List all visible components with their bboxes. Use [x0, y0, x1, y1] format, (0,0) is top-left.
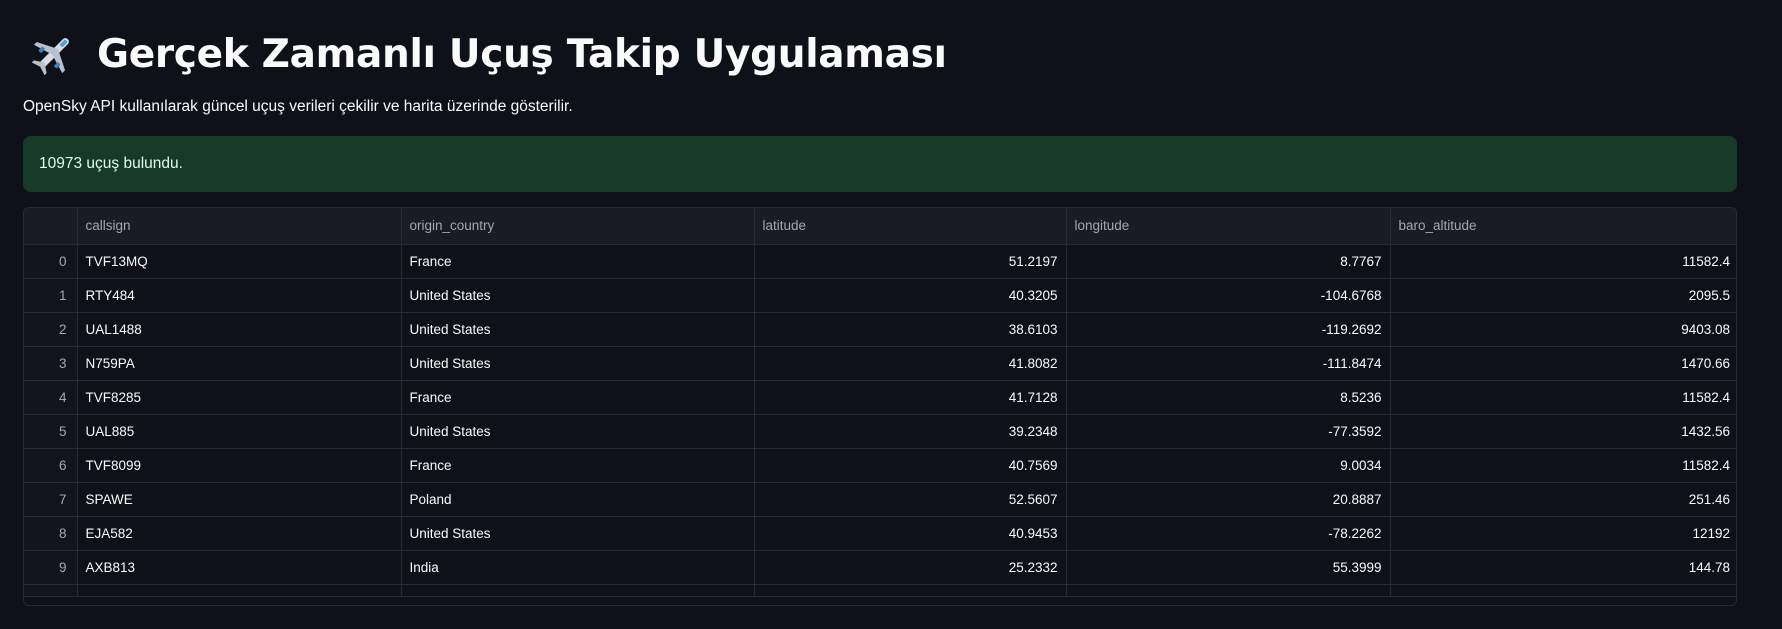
table-row[interactable]: 0 TVF13MQ France 51.2197 8.7767 11582.4: [24, 244, 1736, 279]
baro-altitude-cell[interactable]: 2095.5: [1390, 278, 1736, 313]
empty-cell: [1066, 584, 1391, 597]
longitude-cell[interactable]: 9.0034: [1066, 448, 1391, 483]
row-index[interactable]: 2: [24, 312, 78, 347]
baro-altitude-cell[interactable]: 12192: [1390, 516, 1736, 551]
table-row[interactable]: 6 TVF8099 France 40.7569 9.0034 11582.4: [24, 448, 1736, 483]
table-row[interactable]: 5 UAL885 United States 39.2348 -77.3592 1432.…: [24, 414, 1736, 449]
origin-country-cell[interactable]: United States: [401, 346, 755, 381]
longitude-cell[interactable]: -111.8474: [1066, 346, 1391, 381]
longitude-cell[interactable]: -119.2692: [1066, 312, 1391, 347]
callsign-cell[interactable]: AXB813: [77, 550, 402, 585]
latitude-cell[interactable]: 41.7128: [754, 380, 1067, 415]
row-index[interactable]: 5: [24, 414, 78, 449]
longitude-cell[interactable]: -77.3592: [1066, 414, 1391, 449]
empty-cell: [754, 584, 1067, 597]
origin-country-cell[interactable]: United States: [401, 278, 755, 313]
row-index[interactable]: 1: [24, 278, 78, 313]
baro-altitude-cell[interactable]: 11582.4: [1390, 448, 1736, 483]
column-header-latitude[interactable]: latitude: [754, 208, 1067, 245]
empty-cell: [1390, 584, 1736, 597]
row-index[interactable]: 8: [24, 516, 78, 551]
column-header-index[interactable]: [24, 208, 78, 245]
table-row[interactable]: 8 EJA582 United States 40.9453 -78.2262 12192: [24, 516, 1736, 551]
table-row[interactable]: 2 UAL1488 United States 38.6103 -119.2692 940…: [24, 312, 1736, 347]
callsign-cell[interactable]: SPAWE: [77, 482, 402, 517]
column-header-longitude[interactable]: longitude: [1066, 208, 1391, 245]
baro-altitude-cell[interactable]: 251.46: [1390, 482, 1736, 517]
origin-country-cell[interactable]: United States: [401, 516, 755, 551]
longitude-cell[interactable]: 8.5236: [1066, 380, 1391, 415]
callsign-cell[interactable]: UAL1488: [77, 312, 402, 347]
row-index[interactable]: 3: [24, 346, 78, 381]
column-header-origin-country[interactable]: origin_country: [401, 208, 755, 245]
callsign-cell[interactable]: N759PA: [77, 346, 402, 381]
latitude-cell[interactable]: 39.2348: [754, 414, 1067, 449]
empty-cell: [77, 584, 402, 597]
column-header-callsign[interactable]: callsign: [77, 208, 402, 245]
table-header-row: callsign origin_country latitude longitu…: [24, 208, 1736, 245]
longitude-cell[interactable]: 8.7767: [1066, 244, 1391, 279]
table-row[interactable]: 7 SPAWE Poland 52.5607 20.8887 251.46: [24, 482, 1736, 517]
baro-altitude-cell[interactable]: 1432.56: [1390, 414, 1736, 449]
flights-dataframe[interactable]: callsign origin_country latitude longitu…: [23, 207, 1737, 606]
empty-cell: [401, 584, 755, 597]
longitude-cell[interactable]: 55.3999: [1066, 550, 1391, 585]
callsign-cell[interactable]: TVF8099: [77, 448, 402, 483]
origin-country-cell[interactable]: India: [401, 550, 755, 585]
baro-altitude-cell[interactable]: 1470.66: [1390, 346, 1736, 381]
callsign-cell[interactable]: RTY484: [77, 278, 402, 313]
column-header-baro-altitude[interactable]: baro_altitude: [1390, 208, 1736, 245]
table-row[interactable]: 4 TVF8285 France 41.7128 8.5236 11582.4: [24, 380, 1736, 415]
origin-country-cell[interactable]: United States: [401, 312, 755, 347]
page-header: Gerçek Zamanlı Uçuş Takip Uygulaması: [29, 26, 947, 82]
baro-altitude-cell[interactable]: 144.78: [1390, 550, 1736, 585]
latitude-cell[interactable]: 40.9453: [754, 516, 1067, 551]
row-index[interactable]: 4: [24, 380, 78, 415]
baro-altitude-cell[interactable]: 11582.4: [1390, 380, 1736, 415]
longitude-cell[interactable]: -104.6768: [1066, 278, 1391, 313]
latitude-cell[interactable]: 52.5607: [754, 482, 1067, 517]
origin-country-cell[interactable]: France: [401, 244, 755, 279]
latitude-cell[interactable]: 25.2332: [754, 550, 1067, 585]
callsign-cell[interactable]: UAL885: [77, 414, 402, 449]
empty-cell: [24, 584, 78, 597]
table-row[interactable]: 9 AXB813 India 25.2332 55.3999 144.78: [24, 550, 1736, 585]
longitude-cell[interactable]: -78.2262: [1066, 516, 1391, 551]
latitude-cell[interactable]: 38.6103: [754, 312, 1067, 347]
page-description: OpenSky API kullanılarak güncel uçuş ver…: [23, 98, 573, 115]
latitude-cell[interactable]: 40.3205: [754, 278, 1067, 313]
longitude-cell[interactable]: 20.8887: [1066, 482, 1391, 517]
callsign-cell[interactable]: TVF13MQ: [77, 244, 402, 279]
origin-country-cell[interactable]: Poland: [401, 482, 755, 517]
latitude-cell[interactable]: 51.2197: [754, 244, 1067, 279]
airplane-icon: [31, 38, 69, 76]
origin-country-cell[interactable]: United States: [401, 414, 755, 449]
row-index[interactable]: 0: [24, 244, 78, 279]
baro-altitude-cell[interactable]: 9403.08: [1390, 312, 1736, 347]
row-index[interactable]: 6: [24, 448, 78, 483]
page-title: Gerçek Zamanlı Uçuş Takip Uygulaması: [97, 31, 947, 77]
latitude-cell[interactable]: 40.7569: [754, 448, 1067, 483]
origin-country-cell[interactable]: France: [401, 448, 755, 483]
baro-altitude-cell[interactable]: 11582.4: [1390, 244, 1736, 279]
success-alert-text: 10973 uçuş bulundu.: [39, 155, 183, 172]
row-index[interactable]: 7: [24, 482, 78, 517]
origin-country-cell[interactable]: France: [401, 380, 755, 415]
row-index[interactable]: 9: [24, 550, 78, 585]
flights-table: callsign origin_country latitude longitu…: [24, 208, 1736, 597]
table-body: 0 TVF13MQ France 51.2197 8.7767 11582.4 1 RTY48…: [24, 244, 1736, 597]
table-row-partial: [24, 584, 1736, 597]
callsign-cell[interactable]: EJA582: [77, 516, 402, 551]
latitude-cell[interactable]: 41.8082: [754, 346, 1067, 381]
table-row[interactable]: 1 RTY484 United States 40.3205 -104.6768 2095…: [24, 278, 1736, 313]
success-alert: 10973 uçuş bulundu.: [23, 136, 1737, 192]
callsign-cell[interactable]: TVF8285: [77, 380, 402, 415]
table-row[interactable]: 3 N759PA United States 41.8082 -111.8474 1470…: [24, 346, 1736, 381]
